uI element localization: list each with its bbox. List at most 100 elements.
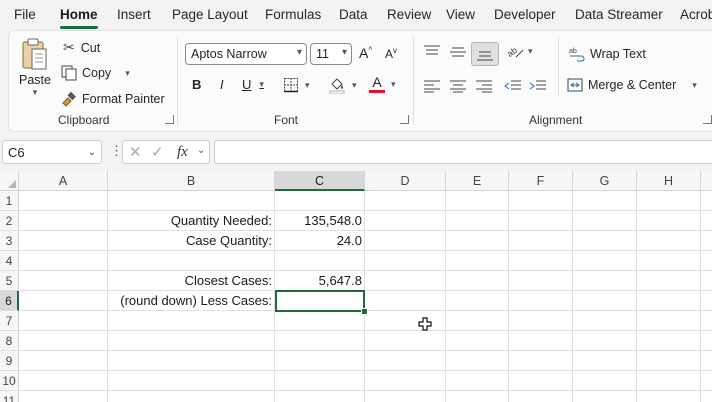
chevron-down-icon: ▾ [352,79,357,90]
copy-button[interactable]: Copy ▾ [61,65,130,81]
format-painter-label: Format Painter [82,92,165,106]
tab-home[interactable]: Home [60,7,98,22]
wrap-text-icon: ab [569,48,585,62]
cancel-icon[interactable]: ✕ [129,143,142,161]
paste-button[interactable]: Paste ▾ [15,37,55,98]
row-header-9[interactable]: 9 [0,351,19,371]
active-cell-border[interactable] [275,290,365,312]
decrease-font-size-button[interactable]: Av [385,46,397,61]
name-box[interactable]: C6 ⌄ [2,140,102,164]
tab-developer[interactable]: Developer [494,7,556,22]
scissors-icon: ✂ [63,39,75,55]
fill-bucket-icon [329,78,345,94]
insert-function-button[interactable]: fx [177,144,188,161]
menu-bar: File Home Insert Page Layout Formulas Da… [0,0,712,30]
gridline [19,350,712,351]
merge-center-button[interactable]: Merge & Center ▾ [567,78,697,92]
chevron-down-icon: ▾ [259,79,264,89]
format-painter-button[interactable]: Format Painter [61,91,165,107]
borders-button[interactable]: ▾ [283,77,310,93]
font-color-button[interactable]: A ▾ [369,75,396,93]
tab-insert[interactable]: Insert [117,7,151,22]
top-align-button[interactable] [423,45,441,59]
cell-c5[interactable]: 5,647.8 [275,271,362,291]
tab-page-layout[interactable]: Page Layout [172,7,248,22]
enter-icon[interactable]: ✓ [151,143,164,161]
ribbon: Paste ▾ ✂ Cut Copy ▾ Format Painter Clip… [8,30,712,132]
chevron-down-icon: ▾ [341,47,347,58]
cell-b5[interactable]: Closest Cases: [108,271,272,291]
decrease-font-icon: Av [385,46,398,61]
middle-align-button[interactable] [449,45,467,59]
row-header-6[interactable]: 6 [0,291,19,311]
select-all-corner[interactable] [0,171,19,191]
paste-label: Paste [19,73,51,87]
font-name-box[interactable]: Aptos Narrow ▾ [185,43,307,65]
column-header-d[interactable]: D [365,171,446,191]
formula-input[interactable] [214,140,712,164]
cell-b6[interactable]: (round down) Less Cases: [108,291,272,311]
cell-b2[interactable]: Quantity Needed: [108,211,272,231]
gridline [572,191,573,402]
font-size-value: 11 [316,47,329,61]
column-header-a[interactable]: A [19,171,108,191]
row-header-7[interactable]: 7 [0,311,19,331]
select-all-icon [8,180,16,188]
underline-button[interactable]: U ▾ [242,77,264,92]
cell-b3[interactable]: Case Quantity: [108,231,272,251]
gridline [445,191,446,402]
align-center-button[interactable] [449,79,467,93]
tab-data-streamer[interactable]: Data Streamer [575,7,663,22]
tab-acrobat[interactable]: Acrob [680,7,712,22]
font-launcher-icon[interactable] [400,115,409,124]
increase-indent-icon [529,80,546,90]
cell-c3[interactable]: 24.0 [275,231,362,251]
wrap-text-button[interactable]: ab Wrap Text [569,46,646,62]
tab-review[interactable]: Review [387,7,431,22]
column-header-e[interactable]: E [446,171,509,191]
font-size-box[interactable]: 11 ▾ [310,43,352,65]
column-header-partial[interactable] [701,171,712,191]
chevron-down-icon: ▾ [32,87,38,97]
clipboard-launcher-icon[interactable] [165,115,174,124]
row-header-1[interactable]: 1 [0,191,19,211]
fill-color-button[interactable]: ▾ [328,76,357,94]
alignment-launcher-icon[interactable] [703,115,712,124]
increase-indent-button[interactable] [529,79,547,93]
row-header-10[interactable]: 10 [0,371,19,391]
clipboard-group-label: Clipboard [58,113,110,127]
cell-c2[interactable]: 135,548.0 [275,211,362,231]
orientation-button[interactable]: ab ▾ [506,43,533,59]
tab-formulas[interactable]: Formulas [265,7,321,22]
row-header-3[interactable]: 3 [0,231,19,251]
format-painter-icon [62,91,76,107]
italic-button[interactable]: I [220,77,224,92]
chevron-down-icon: ▾ [692,79,697,90]
align-left-button[interactable] [423,79,441,93]
column-header-c[interactable]: C [275,171,365,191]
column-header-h[interactable]: H [637,171,701,191]
tab-file[interactable]: File [14,7,36,22]
column-header-f[interactable]: F [509,171,573,191]
row-header-2[interactable]: 2 [0,211,19,231]
tab-view[interactable]: View [446,7,475,22]
bottom-align-button[interactable] [471,42,499,66]
increase-font-size-button[interactable]: A^ [359,45,372,61]
name-box-value: C6 [8,144,25,160]
row-header-11[interactable]: 11 [0,391,19,402]
fill-handle[interactable] [361,308,368,315]
row-header-5[interactable]: 5 [0,271,19,291]
tab-data[interactable]: Data [339,7,368,22]
paste-icon [22,38,47,70]
row-header-8[interactable]: 8 [0,331,19,351]
column-header-g[interactable]: G [573,171,637,191]
bold-button[interactable]: B [192,77,201,92]
italic-label: I [220,77,224,92]
row-header-4[interactable]: 4 [0,251,19,271]
column-header-b[interactable]: B [108,171,275,191]
decrease-indent-button[interactable] [504,79,522,93]
copy-icon [61,65,77,81]
align-right-button[interactable] [475,79,493,93]
cut-button[interactable]: ✂ Cut [63,39,100,56]
gridline [19,370,712,371]
